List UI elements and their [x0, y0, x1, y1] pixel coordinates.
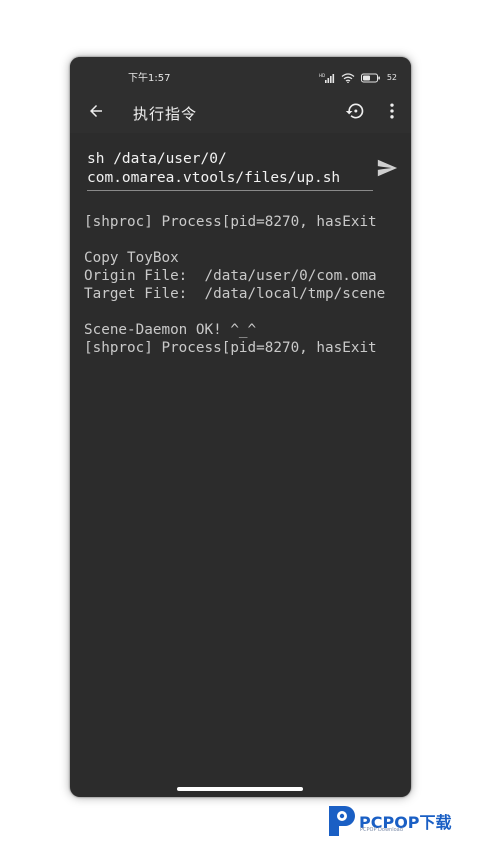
status-icons: HD 52: [319, 68, 397, 87]
history-button[interactable]: [343, 101, 367, 125]
history-icon: [345, 101, 365, 125]
arrow-back-icon: [87, 102, 105, 124]
output-line: [shproc] Process[pid=8270, hasExit: [84, 340, 377, 356]
toolbar: 执行指令: [70, 93, 411, 133]
command-input[interactable]: sh /data/user/0/ com.omarea.vtools/files…: [87, 150, 373, 191]
output-line: Scene-Daemon OK! ^_^: [84, 322, 257, 338]
more-vert-icon: [382, 101, 402, 125]
status-time: 下午1:57: [128, 73, 171, 84]
battery-icon: [360, 68, 381, 87]
more-options-button[interactable]: [380, 101, 404, 125]
pcpop-logo-icon: [325, 804, 357, 842]
output-line: Copy ToyBox: [84, 250, 179, 266]
output-line: Origin File: /data/user/0/com.oma: [84, 268, 377, 284]
command-output: [shproc] Process[pid=8270, hasExit Copy …: [84, 213, 397, 773]
hd-signal-icon: HD: [319, 68, 335, 87]
home-indicator[interactable]: [177, 787, 303, 791]
wifi-icon: [341, 68, 355, 87]
send-button[interactable]: [375, 158, 399, 182]
svg-text:HD: HD: [319, 73, 325, 78]
battery-level: 52: [386, 73, 397, 82]
page-title: 执行指令: [133, 105, 198, 123]
watermark-subtitle: PCPOP Download: [360, 827, 403, 833]
send-icon: [376, 157, 398, 183]
output-line: [shproc] Process[pid=8270, hasExit: [84, 214, 377, 230]
back-button[interactable]: [84, 101, 108, 125]
phone-screen: 下午1:57 HD 52 执行指令 sh /data/user/0/ com.o…: [70, 57, 411, 797]
watermark: PCPOP下载 PCPOP Download: [325, 801, 475, 841]
status-bar: 下午1:57 HD 52: [70, 57, 411, 93]
output-line: Target File: /data/local/tmp/scene: [84, 286, 386, 302]
